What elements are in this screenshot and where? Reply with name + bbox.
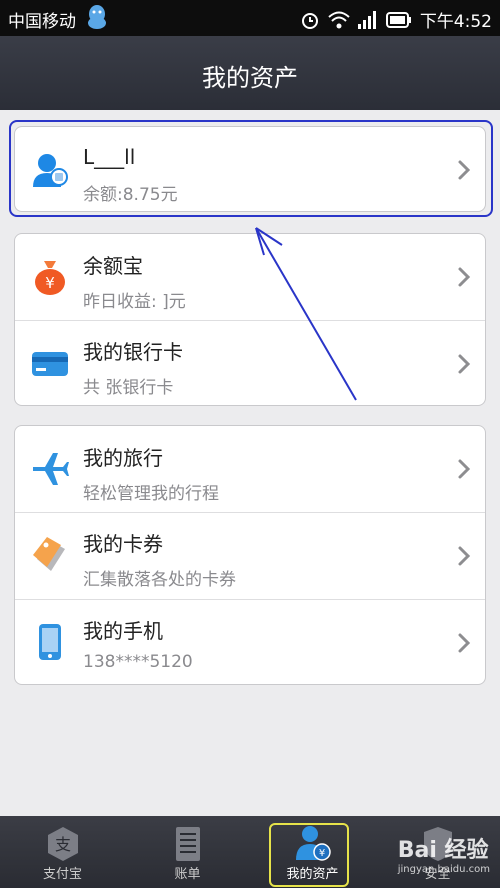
bill-icon <box>175 827 200 861</box>
tab-alipay[interactable]: 支 支付宝 <box>0 816 125 888</box>
tab-label: 支付宝 <box>42 867 82 882</box>
tab-label: 账单 <box>174 867 201 882</box>
annotation-arrow <box>255 227 357 401</box>
watermark-main: Bai 经验 <box>397 838 489 863</box>
svg-text:支: 支 <box>54 835 70 854</box>
tab-annotation-box <box>269 823 349 887</box>
watermark-sub: jingyan.baidu.com <box>397 864 490 875</box>
tab-bill[interactable]: 账单 <box>125 816 250 888</box>
baidu-jingyan-watermark: Bai 经验 jingyan.baidu.com <box>398 832 490 875</box>
alipay-icon: 支 <box>47 827 78 861</box>
